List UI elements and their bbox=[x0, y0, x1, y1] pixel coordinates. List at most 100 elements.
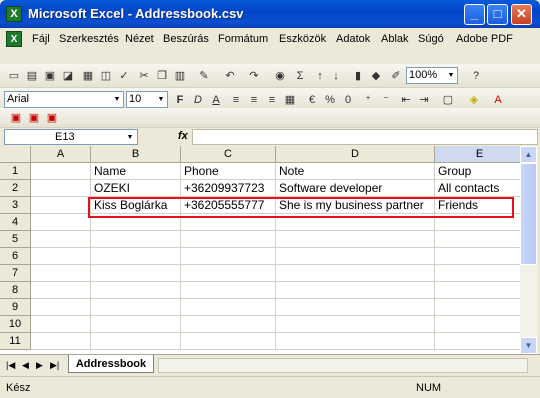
maximize-button[interactable]: □ bbox=[487, 4, 508, 25]
cell-c1[interactable]: Phone bbox=[181, 163, 276, 180]
worksheet-grid[interactable]: A B C D E 1 2 3 4 5 6 7 8 9 10 11 Name Ph… bbox=[0, 146, 520, 354]
cell-b1[interactable]: Name bbox=[91, 163, 181, 180]
cut-icon[interactable]: ✂ bbox=[136, 68, 152, 84]
paste-icon[interactable]: ▥ bbox=[172, 68, 188, 84]
sort-ascending-icon[interactable]: ↑ bbox=[312, 68, 328, 84]
chart-wizard-icon[interactable]: ▮ bbox=[350, 68, 366, 84]
cell-e9[interactable] bbox=[435, 299, 520, 316]
cell-d7[interactable] bbox=[276, 265, 435, 282]
row-header[interactable]: 7 bbox=[0, 265, 31, 282]
undo-icon[interactable]: ↶ bbox=[222, 68, 238, 84]
autosum-icon[interactable]: Σ bbox=[292, 68, 308, 84]
fx-icon[interactable]: fx bbox=[178, 130, 188, 142]
cell-c6[interactable] bbox=[181, 248, 276, 265]
menu-adobe-pdf[interactable]: Adobe PDF bbox=[456, 33, 513, 45]
scroll-thumb[interactable] bbox=[520, 163, 537, 265]
thousands-icon[interactable]: 0 bbox=[340, 92, 356, 108]
cell-e11[interactable] bbox=[435, 333, 520, 350]
cell-d11[interactable] bbox=[276, 333, 435, 350]
formula-input[interactable] bbox=[192, 129, 538, 145]
row-header[interactable]: 1 bbox=[0, 163, 31, 180]
row-header[interactable]: 9 bbox=[0, 299, 31, 316]
menu-format[interactable]: Formátum bbox=[218, 33, 268, 45]
close-button[interactable]: ✕ bbox=[511, 4, 532, 25]
fill-color-icon[interactable]: ◈ bbox=[466, 92, 482, 108]
cell-c9[interactable] bbox=[181, 299, 276, 316]
column-header-b[interactable]: B bbox=[91, 146, 181, 163]
scroll-up-icon[interactable]: ▲ bbox=[520, 146, 537, 163]
cell-a9[interactable] bbox=[31, 299, 91, 316]
row-header[interactable]: 4 bbox=[0, 214, 31, 231]
pdf-convert-icon[interactable]: ▣ bbox=[8, 110, 24, 126]
font-select[interactable]: Arial ▼ bbox=[4, 91, 124, 108]
menu-view[interactable]: Nézet bbox=[125, 33, 154, 45]
cell-a6[interactable] bbox=[31, 248, 91, 265]
chevron-down-icon[interactable]: ▼ bbox=[445, 68, 457, 83]
chevron-down-icon[interactable]: ▼ bbox=[124, 130, 136, 145]
workbook-icon[interactable]: X bbox=[6, 31, 22, 47]
select-all-corner[interactable] bbox=[0, 146, 31, 163]
cell-c2[interactable]: +36209937723 bbox=[181, 180, 276, 197]
cell-a4[interactable] bbox=[31, 214, 91, 231]
save-icon[interactable]: ▣ bbox=[42, 68, 58, 84]
cell-c11[interactable] bbox=[181, 333, 276, 350]
pdf-review-icon[interactable]: ▣ bbox=[44, 110, 60, 126]
decrease-indent-icon[interactable]: ⇤ bbox=[398, 92, 414, 108]
menu-insert[interactable]: Beszúrás bbox=[163, 33, 209, 45]
cell-a11[interactable] bbox=[31, 333, 91, 350]
font-size-select[interactable]: 10 ▼ bbox=[126, 91, 168, 108]
chevron-down-icon[interactable]: ▼ bbox=[155, 92, 167, 107]
column-header-d[interactable]: D bbox=[276, 146, 435, 163]
redo-icon[interactable]: ↷ bbox=[246, 68, 262, 84]
cell-c5[interactable] bbox=[181, 231, 276, 248]
help-icon[interactable]: ? bbox=[468, 68, 484, 84]
bold-icon[interactable]: F bbox=[172, 92, 188, 108]
cell-a10[interactable] bbox=[31, 316, 91, 333]
increase-decimal-icon[interactable]: ⁺ bbox=[360, 92, 376, 108]
cell-b7[interactable] bbox=[91, 265, 181, 282]
cell-e2[interactable]: All contacts bbox=[435, 180, 520, 197]
align-center-icon[interactable]: ≡ bbox=[246, 92, 262, 108]
prev-sheet-icon[interactable]: ◀ bbox=[22, 360, 29, 371]
decrease-decimal-icon[interactable]: ⁻ bbox=[378, 92, 394, 108]
cell-d2[interactable]: Software developer bbox=[276, 180, 435, 197]
cell-b8[interactable] bbox=[91, 282, 181, 299]
print-preview-icon[interactable]: ◫ bbox=[98, 68, 114, 84]
column-header-c[interactable]: C bbox=[181, 146, 276, 163]
menu-file[interactable]: Fájl bbox=[32, 33, 50, 45]
menu-window[interactable]: Ablak bbox=[381, 33, 409, 45]
open-icon[interactable]: ▤ bbox=[24, 68, 40, 84]
cell-c7[interactable] bbox=[181, 265, 276, 282]
borders-icon[interactable]: ▢ bbox=[440, 92, 456, 108]
row-header[interactable]: 2 bbox=[0, 180, 31, 197]
cell-d6[interactable] bbox=[276, 248, 435, 265]
sort-descending-icon[interactable]: ↓ bbox=[328, 68, 344, 84]
cell-d5[interactable] bbox=[276, 231, 435, 248]
menu-tools[interactable]: Eszközök bbox=[279, 33, 326, 45]
cell-d8[interactable] bbox=[276, 282, 435, 299]
cell-e10[interactable] bbox=[435, 316, 520, 333]
cell-e8[interactable] bbox=[435, 282, 520, 299]
permission-icon[interactable]: ◪ bbox=[60, 68, 76, 84]
cell-b9[interactable] bbox=[91, 299, 181, 316]
row-header[interactable]: 3 bbox=[0, 197, 31, 214]
cell-a1[interactable] bbox=[31, 163, 91, 180]
drawing-icon[interactable]: ◆ bbox=[368, 68, 384, 84]
cell-c8[interactable] bbox=[181, 282, 276, 299]
increase-indent-icon[interactable]: ⇥ bbox=[416, 92, 432, 108]
cell-e5[interactable] bbox=[435, 231, 520, 248]
cell-b5[interactable] bbox=[91, 231, 181, 248]
cell-b2[interactable]: OZEKI bbox=[91, 180, 181, 197]
cell-c10[interactable] bbox=[181, 316, 276, 333]
minimize-button[interactable]: _ bbox=[464, 4, 485, 25]
merge-center-icon[interactable]: ▦ bbox=[282, 92, 298, 108]
percent-icon[interactable]: % bbox=[322, 92, 338, 108]
copy-icon[interactable]: ❐ bbox=[154, 68, 170, 84]
scroll-down-icon[interactable]: ▼ bbox=[520, 337, 537, 354]
cell-e7[interactable] bbox=[435, 265, 520, 282]
sheet-tab-addressbook[interactable]: Addressbook bbox=[68, 355, 154, 373]
cell-a7[interactable] bbox=[31, 265, 91, 282]
row-header[interactable]: 8 bbox=[0, 282, 31, 299]
cell-a3[interactable] bbox=[31, 197, 91, 214]
column-header-a[interactable]: A bbox=[31, 146, 91, 163]
